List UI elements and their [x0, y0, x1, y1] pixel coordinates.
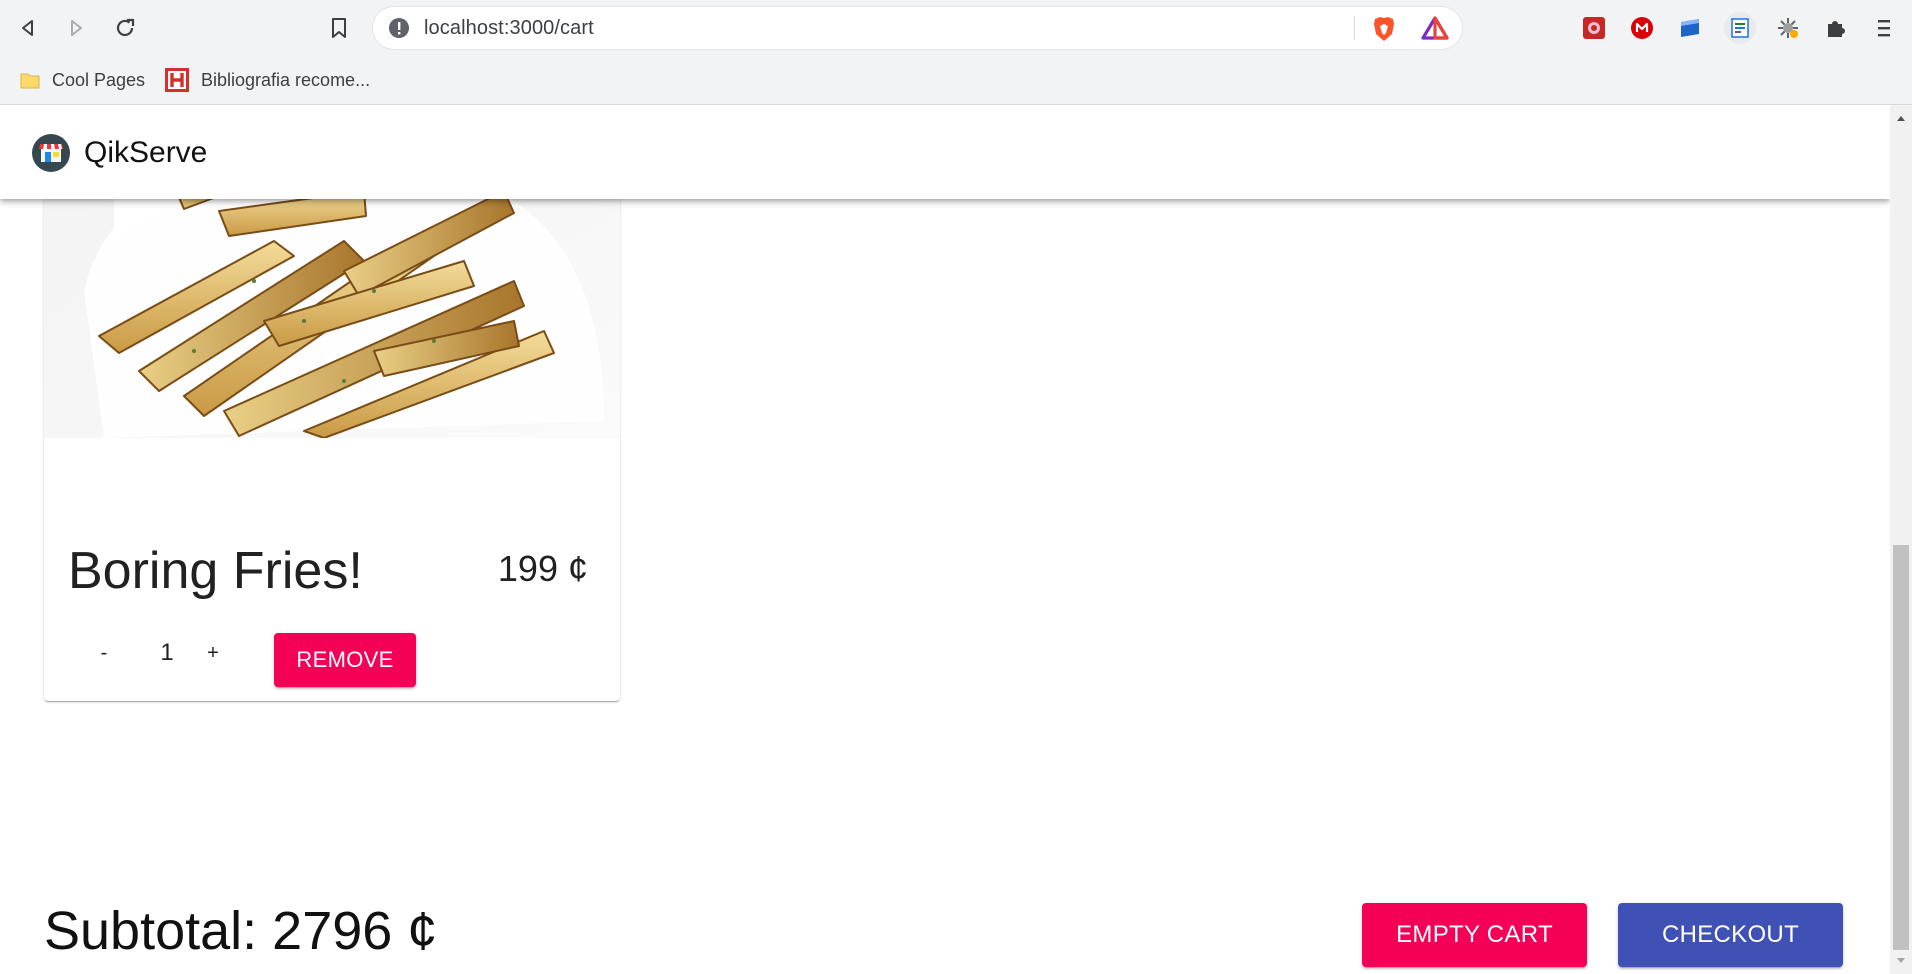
app-bar: QikServe: [0, 105, 1890, 199]
brave-shields-icon[interactable]: [1371, 15, 1397, 48]
increment-button[interactable]: +: [185, 631, 241, 675]
browser-toolbar: localhost:3000/cart: [0, 0, 1912, 56]
remove-button[interactable]: REMOVE: [274, 633, 416, 687]
item-price: 199 ¢: [497, 548, 588, 589]
mega-extension-icon[interactable]: [1626, 12, 1658, 44]
app-title: QikServe: [84, 136, 208, 169]
bookmark-icon: [332, 18, 346, 38]
folder-icon: [20, 73, 40, 89]
bookmarks-bar: Cool Pages Bibliografia recome...: [0, 56, 1912, 105]
page-viewport: QikServe Boring Fries! 199 ¢ - 1 + REMOV…: [0, 105, 1890, 974]
decrement-button[interactable]: -: [76, 631, 132, 675]
item-name: Boring Fries!: [68, 542, 363, 600]
extension-4-icon[interactable]: [1724, 12, 1756, 44]
bookmark-star-button[interactable]: [323, 12, 355, 44]
reload-icon: [116, 18, 135, 37]
address-bar[interactable]: localhost:3000/cart: [373, 7, 1462, 49]
subtotal: Subtotal: 2796 ¢: [44, 901, 438, 961]
checkout-button[interactable]: CHECKOUT: [1618, 903, 1843, 967]
h-logo-icon: [165, 68, 189, 92]
back-icon: [22, 20, 33, 36]
forward-icon: [71, 20, 82, 36]
browser-menu-icon[interactable]: [1868, 12, 1900, 44]
url-text: localhost:3000/cart: [424, 17, 594, 39]
scroll-thumb[interactable]: [1893, 545, 1909, 950]
extension-1-icon[interactable]: [1578, 12, 1610, 44]
scroll-down-icon[interactable]: [1894, 954, 1908, 968]
omnibox-divider: [1354, 16, 1355, 40]
page-scrollbar[interactable]: [1890, 105, 1912, 974]
bookmark-cool-pages[interactable]: Cool Pages: [20, 66, 145, 94]
reload-button[interactable]: [109, 12, 141, 44]
store-icon: [32, 134, 70, 172]
forward-button[interactable]: [60, 12, 92, 44]
extensions-puzzle-icon[interactable]: [1820, 12, 1852, 44]
scroll-up-icon[interactable]: [1894, 111, 1908, 125]
bookmark-label: Bibliografia recome...: [201, 69, 371, 90]
item-quantity: 1: [160, 639, 174, 666]
bookmark-bibliografia[interactable]: Bibliografia recome...: [165, 66, 370, 94]
empty-cart-button[interactable]: EMPTY CART: [1362, 903, 1587, 967]
extension-3-icon[interactable]: [1674, 12, 1706, 44]
bookmark-label: Cool Pages: [52, 69, 146, 90]
brave-rewards-icon[interactable]: [1421, 16, 1449, 45]
back-button[interactable]: [12, 12, 44, 44]
extension-5-icon[interactable]: [1772, 12, 1804, 44]
site-info-icon[interactable]: [388, 17, 410, 44]
